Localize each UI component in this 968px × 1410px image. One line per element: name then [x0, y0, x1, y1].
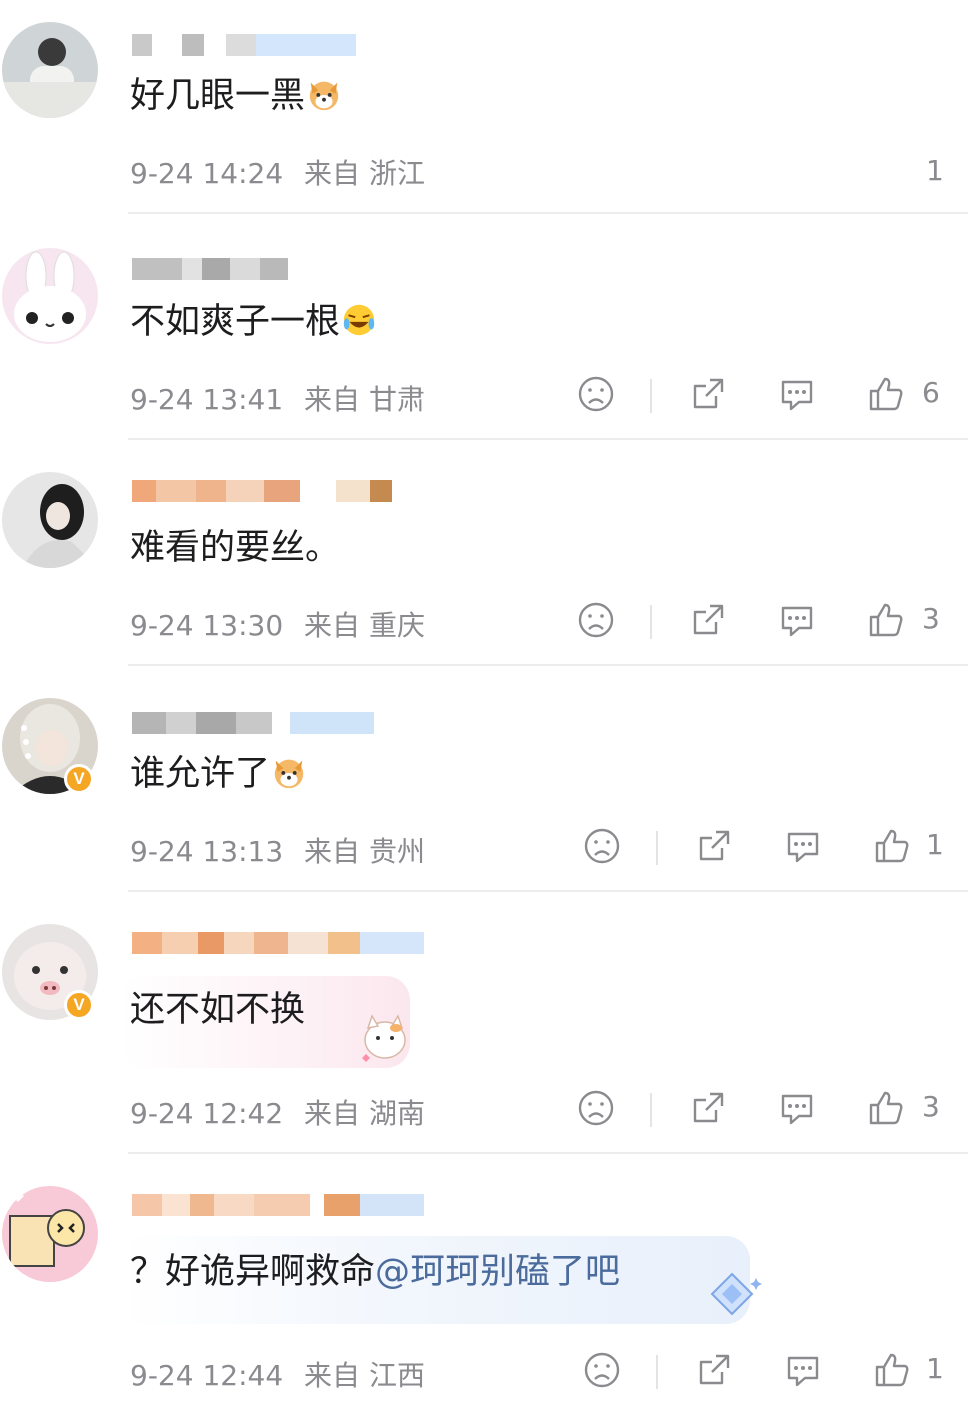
comment-text: 还不如不换 [130, 990, 306, 1030]
share-icon[interactable] [688, 600, 732, 644]
like-count: 1 [926, 154, 944, 187]
separator [650, 605, 652, 639]
comment-text: 谁允许了 [130, 752, 308, 796]
like-count: 3 [922, 602, 940, 635]
like-count: 1 [926, 1352, 944, 1385]
reply-icon[interactable] [777, 374, 821, 418]
dislike-icon[interactable] [576, 1088, 620, 1132]
reply-icon[interactable] [777, 600, 821, 644]
reply-icon[interactable] [783, 1350, 827, 1394]
verified-badge: V [64, 764, 94, 794]
comment-actions: 1 [0, 1350, 968, 1394]
avatar[interactable] [2, 22, 98, 118]
like-icon[interactable] [866, 374, 910, 418]
username-blurred[interactable] [132, 1194, 424, 1216]
comment-item: V 还不如不换 9-24 12:42 来自 湖南 3 [0, 892, 968, 1154]
comment-actions: 3 [0, 600, 968, 644]
share-icon[interactable] [688, 374, 732, 418]
avatar[interactable] [2, 1186, 98, 1282]
dislike-icon[interactable] [576, 374, 620, 418]
username-blurred[interactable] [132, 480, 392, 502]
dislike-icon[interactable] [576, 600, 620, 644]
dislike-icon[interactable] [582, 1350, 626, 1394]
dislike-icon[interactable] [582, 826, 626, 870]
diamond-sticker-icon [700, 1270, 764, 1320]
comment-meta: 9-24 14:24 来自 浙江 [130, 157, 425, 190]
username-blurred[interactable] [132, 712, 374, 734]
cat-sticker-icon [356, 1008, 414, 1066]
mention-link[interactable]: @珂珂别磕了吧 [375, 1252, 620, 1292]
comment-actions: 6 [0, 374, 968, 418]
dog-emoji [270, 753, 308, 791]
reply-icon[interactable] [783, 826, 827, 870]
share-icon[interactable] [694, 1350, 738, 1394]
separator [656, 1355, 658, 1389]
comment-item: ？好诡异啊救命@珂珂别磕了吧 9-24 12:44 来自 江西 1 [0, 1154, 968, 1410]
comment-text: 难看的要丝。 [130, 528, 341, 568]
comment-text: 不如爽子一根 [130, 300, 378, 344]
like-count: 3 [922, 1090, 940, 1123]
comment-text: ？好诡异啊救命@珂珂别磕了吧 [130, 1252, 621, 1292]
share-icon[interactable] [694, 826, 738, 870]
comment-text: 好几眼一黑 [130, 74, 343, 118]
laugh-cry-emoji [340, 301, 378, 339]
comment-item: V 谁允许了 9-24 13:13 来自 贵州 1 [0, 666, 968, 892]
comment-actions: 1 [0, 826, 968, 870]
timestamp: 9-24 14:24 [130, 157, 284, 190]
verified-badge: V [64, 990, 94, 1020]
dog-emoji [305, 75, 343, 113]
like-icon[interactable] [866, 600, 910, 644]
comment-item: 不如爽子一根 9-24 13:41 来自 甘肃 6 [0, 214, 968, 440]
comment-actions: 3 [0, 1088, 968, 1132]
avatar[interactable] [2, 472, 98, 568]
like-count: 1 [926, 828, 944, 861]
separator [650, 379, 652, 413]
like-icon[interactable] [872, 1350, 916, 1394]
like-icon[interactable] [872, 826, 916, 870]
reply-icon[interactable] [777, 1088, 821, 1132]
separator [650, 1093, 652, 1127]
share-icon[interactable] [688, 1088, 732, 1132]
separator [656, 831, 658, 865]
username-blurred[interactable] [132, 258, 288, 280]
comment-item: 好几眼一黑 9-24 14:24 来自 浙江 1 [0, 0, 968, 214]
avatar[interactable] [2, 248, 98, 344]
username-blurred[interactable] [132, 34, 356, 56]
like-count: 6 [922, 376, 940, 409]
location: 浙江 [368, 157, 425, 190]
like-icon[interactable] [866, 1088, 910, 1132]
comment-item: 难看的要丝。 9-24 13:30 来自 重庆 3 [0, 440, 968, 666]
username-blurred[interactable] [132, 932, 424, 954]
